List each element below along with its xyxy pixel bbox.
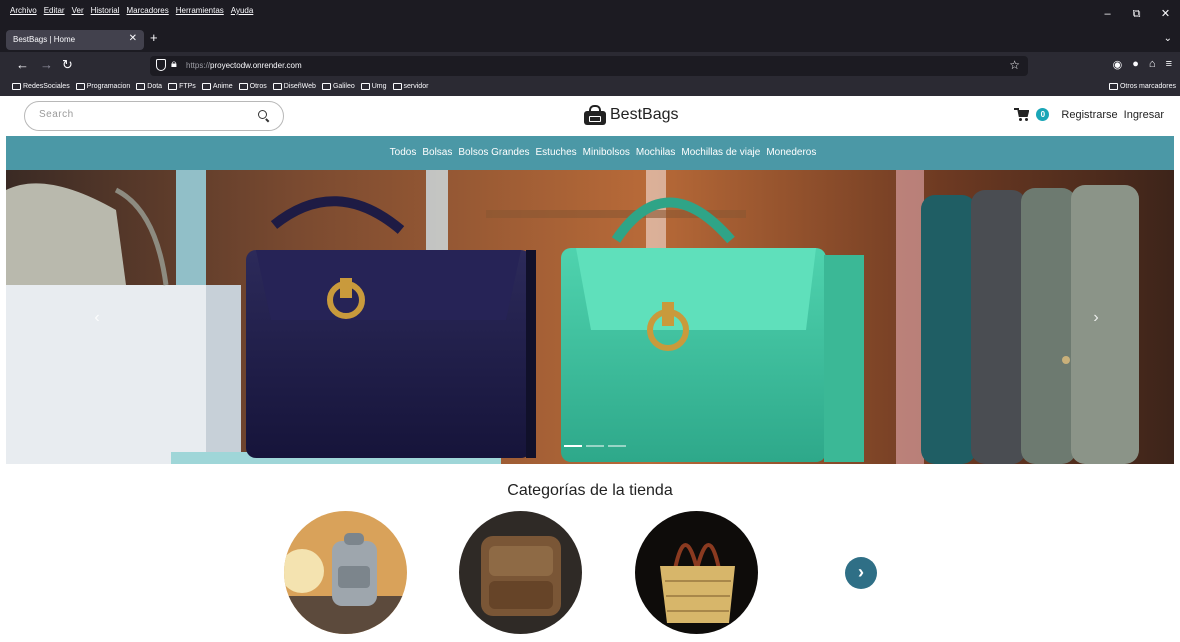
cart-count-badge: 0 — [1036, 108, 1050, 121]
site-header: BestBags 0 Registrarse Ingresar — [0, 96, 1180, 136]
folder-icon — [272, 83, 282, 90]
login-link[interactable]: Ingresar — [1124, 109, 1164, 121]
menu-archivo[interactable]: Archivo — [10, 6, 37, 15]
address-bar[interactable]: 🔒︎ https://proyectodw.onrender.com ☆ — [150, 56, 1028, 76]
extensions-icon[interactable]: ⌂ — [1149, 58, 1156, 71]
menu-ayuda[interactable]: Ayuda — [231, 6, 254, 15]
nav-category-link[interactable]: Mochilas — [636, 147, 675, 158]
nav-toolbar: ← → ↻ 🔒︎ https://proyectodw.onrender.com… — [0, 52, 1180, 80]
carousel-indicator[interactable] — [564, 445, 582, 447]
reload-button[interactable]: ↻ — [62, 57, 73, 73]
folder-icon — [168, 83, 178, 90]
folder-icon — [360, 83, 370, 90]
category-nav: Todos Bolsas Bolsos Grandes Estuches Minibol… — [6, 136, 1174, 170]
search-input[interactable] — [39, 109, 239, 120]
bookmark-folder[interactable]: Otros — [238, 83, 267, 90]
menu-marcadores[interactable]: Marcadores — [127, 6, 169, 15]
brand-logo-link[interactable]: BestBags — [584, 105, 678, 125]
list-all-tabs-icon[interactable]: ⌄ — [1164, 33, 1172, 44]
carousel-next-button[interactable]: › — [1088, 308, 1104, 328]
folder-icon — [1108, 83, 1118, 90]
browser-chrome: Archivo Editar Ver Historial Marcadores … — [0, 0, 1180, 96]
folder-icon — [392, 83, 402, 90]
search-icon[interactable] — [258, 110, 267, 119]
new-tab-button[interactable]: + — [150, 30, 158, 45]
bookmark-folder[interactable]: FTPs — [168, 83, 196, 90]
menu-herramientas[interactable]: Herramientas — [176, 6, 224, 15]
folder-icon — [75, 83, 85, 90]
lock-icon[interactable]: 🔒︎ — [171, 58, 177, 71]
menu-editar[interactable]: Editar — [44, 6, 65, 15]
bookmark-folder[interactable]: Dota — [136, 83, 162, 90]
category-backpack-image[interactable] — [284, 511, 407, 634]
account-icon[interactable]: ● — [1132, 58, 1139, 71]
menu-bar: Archivo Editar Ver Historial Marcadores … — [0, 0, 1180, 28]
carousel-prev-button[interactable]: ‹ — [89, 308, 105, 328]
category-woven-tote-image[interactable] — [635, 511, 758, 634]
folder-icon — [136, 83, 146, 90]
url-text[interactable]: https://proyectodw.onrender.com — [186, 61, 302, 70]
register-link[interactable]: Registrarse — [1061, 109, 1117, 121]
hero-carousel: ‹ › — [6, 170, 1174, 464]
cart-icon[interactable] — [1014, 108, 1030, 121]
tab-close-icon[interactable]: ✕ — [129, 33, 137, 44]
search-box — [24, 101, 284, 131]
carousel-indicators — [564, 445, 626, 447]
back-button[interactable]: ← — [16, 57, 29, 72]
app-menu-icon[interactable]: ≡ — [1166, 58, 1172, 71]
bookmark-folder[interactable]: RedesSociales — [12, 83, 70, 90]
carousel-indicator[interactable] — [586, 445, 604, 447]
bookmark-star-icon[interactable]: ☆ — [1009, 58, 1020, 72]
folder-icon — [238, 83, 248, 90]
hero-slide-image — [6, 170, 1174, 464]
tab-title: BestBags | Home — [13, 35, 76, 44]
minimize-button[interactable]: – — [1093, 4, 1122, 24]
tab-bestbags[interactable]: BestBags | Home ✕ — [6, 30, 144, 50]
bookmark-folder[interactable]: servidor — [392, 83, 428, 90]
nav-category-link[interactable]: Todos — [390, 147, 417, 158]
nav-category-link[interactable]: Bolsos Grandes — [458, 147, 529, 158]
menu-historial[interactable]: Historial — [91, 6, 120, 15]
forward-button[interactable]: → — [40, 57, 53, 72]
categories-title: Categorías de la tienda — [507, 482, 673, 499]
nav-category-link[interactable]: Estuches — [536, 147, 577, 158]
bookmark-folder[interactable]: DiseñWeb — [272, 83, 316, 90]
nav-category-link[interactable]: Minibolsos — [583, 147, 630, 158]
folder-icon — [321, 83, 331, 90]
nav-category-link[interactable]: Bolsas — [422, 147, 452, 158]
nav-category-link[interactable]: Monederos — [766, 147, 816, 158]
bookmark-folder[interactable]: Programacion — [75, 83, 130, 90]
carousel-indicator[interactable] — [608, 445, 626, 447]
category-leather-bag-image[interactable] — [459, 511, 582, 634]
categories-next-button[interactable]: › — [845, 557, 877, 589]
bookmarks-toolbar: RedesSociales Programacion Dota FTPs Anime Ot… — [0, 80, 1180, 96]
close-window-button[interactable]: ✕ — [1151, 4, 1180, 24]
restore-button[interactable]: ⧉ — [1122, 4, 1151, 24]
menu-ver[interactable]: Ver — [72, 6, 84, 15]
folder-icon — [12, 83, 21, 90]
folder-icon — [201, 83, 211, 90]
other-bookmarks[interactable]: Otros marcadores — [1108, 83, 1176, 90]
bookmark-folder[interactable]: Galileo — [321, 83, 355, 90]
pocket-icon[interactable]: ◉ — [1113, 58, 1123, 71]
nav-category-link[interactable]: Mochillas de viaje — [681, 147, 760, 158]
tracking-protection-icon[interactable] — [156, 59, 166, 71]
bookmark-folder[interactable]: Umg — [360, 83, 387, 90]
bookmark-folder[interactable]: Anime — [201, 83, 233, 90]
brand-name: BestBags — [610, 106, 679, 123]
bag-icon — [584, 105, 606, 125]
tab-strip: BestBags | Home ✕ — [0, 28, 1180, 52]
